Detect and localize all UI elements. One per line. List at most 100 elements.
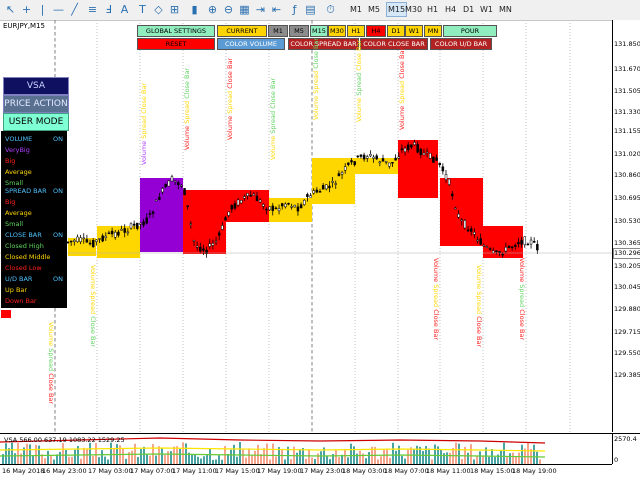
zoom-in-icon[interactable]: ⊕: [206, 3, 219, 16]
button-pour[interactable]: POUR: [443, 25, 497, 37]
button-m1[interactable]: M1: [268, 25, 288, 37]
annotation-part: Close Bar: [355, 39, 363, 73]
volume-bar: [344, 449, 346, 464]
volume-title[interactable]: VOLUME: [5, 135, 32, 143]
button-color-volume[interactable]: COLOR VOLUME: [217, 38, 285, 50]
indicators-icon[interactable]: ƒ: [288, 3, 301, 16]
volume-bar: [521, 444, 523, 464]
text-icon[interactable]: A: [118, 3, 131, 16]
annotation-part: Volume: [140, 140, 148, 165]
candle-body: [350, 160, 353, 163]
label-icon[interactable]: T: [136, 3, 149, 16]
timeframe-h1[interactable]: H1: [427, 3, 438, 16]
panel-volume_items-0[interactable]: VeryBig: [5, 146, 30, 154]
volume-bar: [32, 455, 34, 464]
volume-bar: [350, 443, 352, 464]
new-order-icon[interactable]: ⊞: [168, 3, 181, 16]
timeframe-w1[interactable]: W1: [480, 3, 493, 16]
annotation-part: Close Bar: [312, 37, 320, 71]
templates-icon[interactable]: ▤: [304, 3, 317, 16]
panel-spread_items-2[interactable]: Small: [5, 220, 23, 228]
button-m15[interactable]: M15: [310, 25, 328, 37]
timeframe-mn[interactable]: MN: [499, 3, 512, 16]
button-current[interactable]: CURRENT: [217, 25, 267, 37]
panel-ud_items-0[interactable]: Up Bar: [5, 286, 27, 294]
button-mn[interactable]: MN: [424, 25, 442, 37]
candle-body: [429, 152, 432, 159]
panel-ud_items-1[interactable]: Down Bar: [5, 297, 37, 305]
price-chart[interactable]: [0, 20, 612, 432]
indicator-label: VSA 566.00 637.19 1083.22 1529.25: [4, 436, 125, 444]
panel-close_items-1[interactable]: Closed Middle: [5, 253, 50, 261]
panel-spread_items-1[interactable]: Average: [5, 209, 32, 217]
period-icon[interactable]: ⏱: [324, 3, 337, 16]
spread-on-toggle[interactable]: ON: [53, 187, 63, 195]
timeframe-h4[interactable]: H4: [445, 3, 456, 16]
button-color-u-d-bar[interactable]: COLOR U/D BAR: [430, 38, 492, 50]
annotation-part: Spread: [47, 346, 55, 372]
candle-body: [391, 161, 394, 164]
candle-body: [353, 161, 356, 166]
price-action-button[interactable]: PRICE ACTION: [3, 95, 69, 113]
button-h4[interactable]: H4: [366, 25, 386, 37]
timeframe-m5[interactable]: M5: [368, 3, 380, 16]
autoscroll-icon[interactable]: ⇥: [254, 3, 267, 16]
crosshair-icon[interactable]: +: [20, 3, 33, 16]
volume-bar: [98, 457, 100, 464]
chart-type-icon[interactable]: ▮: [188, 3, 201, 16]
volume-bar: [179, 448, 181, 464]
panel-volume_items-1[interactable]: Big: [5, 157, 15, 165]
close-title[interactable]: CLOSE BAR: [5, 231, 42, 239]
candle-body: [246, 193, 249, 196]
button-color-spread-bar[interactable]: COLOR SPREAD BAR: [288, 38, 359, 50]
button-w1[interactable]: W1: [405, 25, 423, 37]
arrow-icon[interactable]: ↖: [4, 3, 17, 16]
price-label: 130.045: [614, 283, 640, 291]
button-global-settings[interactable]: GLOBAL SETTINGS: [137, 25, 215, 37]
volume-bar: [368, 452, 370, 464]
zoom-out-icon[interactable]: ⊖: [222, 3, 235, 16]
button-m5[interactable]: M5: [289, 25, 309, 37]
annotation-part: Close Bar: [89, 314, 97, 348]
user-mode-button[interactable]: USER MODE: [3, 113, 69, 131]
button-d1[interactable]: D1: [387, 25, 405, 37]
grid-icon[interactable]: ▦: [238, 3, 251, 16]
timeframe-m1[interactable]: M1: [350, 3, 362, 16]
volume-bar: [131, 450, 133, 464]
shapes-icon[interactable]: ◇: [152, 3, 165, 16]
button-color-close-bar[interactable]: COLOR CLOSE BAR: [360, 38, 428, 50]
panel-volume_items-3[interactable]: Small: [5, 179, 23, 187]
candle-body: [280, 203, 284, 207]
button-reset[interactable]: RESET: [137, 38, 215, 50]
timeframe-m30[interactable]: M30: [405, 3, 422, 16]
annotation-part: Spread: [183, 100, 191, 126]
vline-icon[interactable]: |: [36, 3, 49, 16]
hline-icon[interactable]: —: [52, 3, 65, 16]
candle-body: [145, 217, 148, 224]
ud-on-toggle[interactable]: ON: [53, 275, 63, 283]
panel-close_items-0[interactable]: Closed High: [5, 242, 44, 250]
button-m30[interactable]: M30: [328, 25, 346, 37]
candle-body: [199, 246, 202, 252]
volume-bar: [110, 442, 112, 464]
candle-body: [517, 242, 520, 245]
volume-on-toggle[interactable]: ON: [53, 135, 63, 143]
volume-bar: [176, 446, 178, 464]
panel-close_items-2[interactable]: Closed Low: [5, 264, 42, 272]
ud-title[interactable]: U/D BAR: [5, 275, 32, 283]
vsa-button[interactable]: VSA: [3, 77, 69, 95]
button-h1[interactable]: H1: [347, 25, 365, 37]
close-on-toggle[interactable]: ON: [53, 231, 63, 239]
panel-volume_items-2[interactable]: Average: [5, 168, 32, 176]
spread-title[interactable]: SPREAD BAR: [5, 187, 47, 195]
fibo-icon[interactable]: Ⅎ: [102, 3, 115, 16]
timeframe-d1[interactable]: D1: [463, 3, 474, 16]
candle-body: [425, 151, 429, 154]
main-chart[interactable]: [0, 20, 612, 432]
panel-spread_items-0[interactable]: Big: [5, 198, 15, 206]
trendline-icon[interactable]: ╱: [68, 3, 81, 16]
volume-bar: [422, 451, 424, 464]
timeframe-m15[interactable]: M15: [386, 2, 408, 17]
chart-shift-icon[interactable]: ⇤: [270, 3, 283, 16]
channel-icon[interactable]: ≡: [86, 3, 99, 16]
